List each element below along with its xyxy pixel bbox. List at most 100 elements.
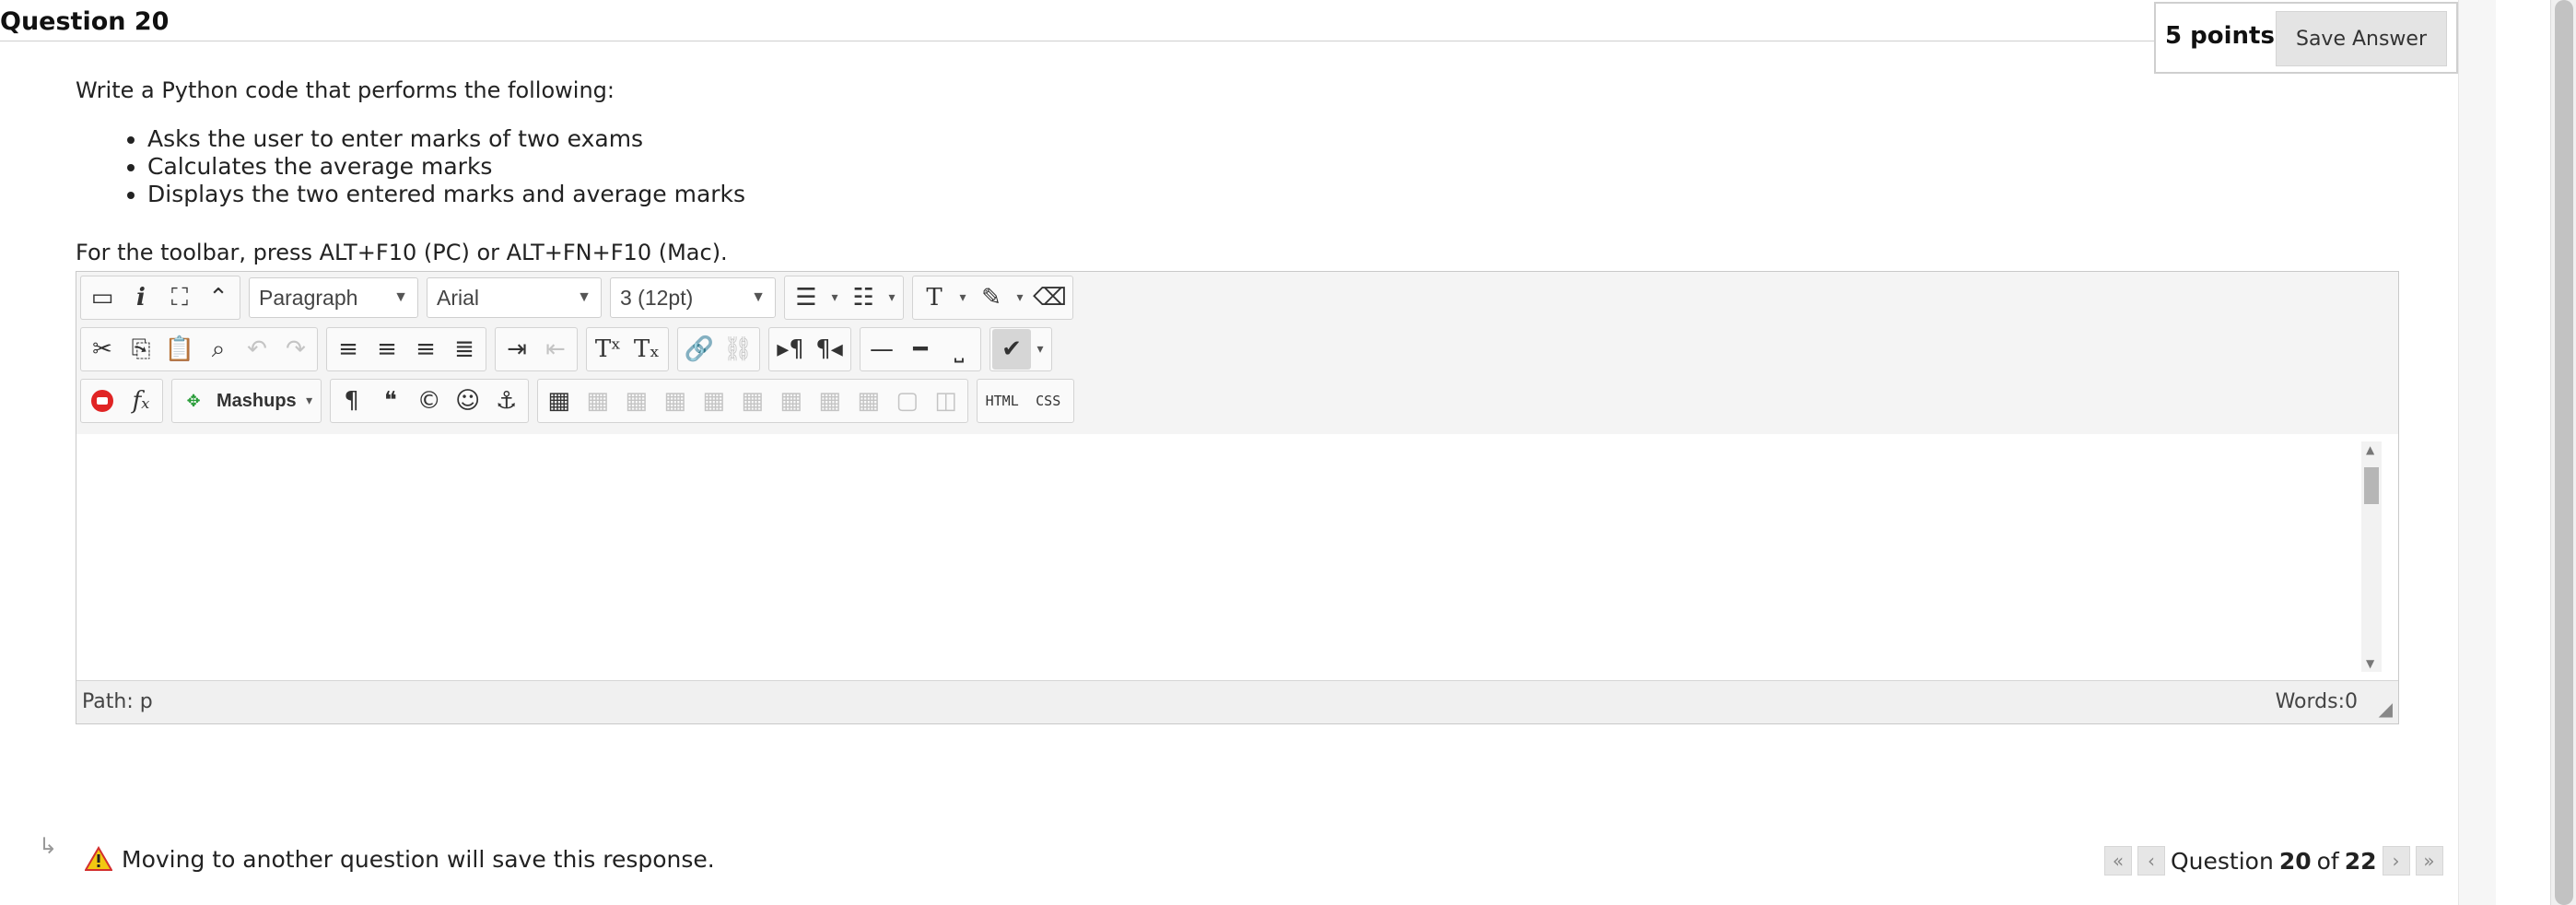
- editor-toolbars: T T T T Paragraph▼ Arial▼ 3 (12pt)▼ ☰ ▾ …: [76, 272, 2398, 435]
- thick-rule-icon[interactable]: ━: [901, 329, 940, 370]
- html-button[interactable]: HTML: [979, 381, 1025, 421]
- question-prompt: Write a Python code that performs the fo…: [76, 77, 615, 103]
- align-group: ≡ ≡ ≡ ≣: [326, 327, 486, 371]
- paragraph-icon[interactable]: ¶: [333, 381, 371, 421]
- page-gutter: [2458, 0, 2496, 905]
- editor-scrollbar[interactable]: ▲ ▼: [2361, 441, 2382, 672]
- paste-icon[interactable]: 📋: [160, 329, 199, 370]
- editor-content-area[interactable]: ▲ ▼: [76, 434, 2398, 681]
- page-scrollbar-thumb[interactable]: [2555, 0, 2573, 905]
- unlink-icon[interactable]: ⛓: [719, 329, 757, 370]
- media-group: fₓ: [80, 379, 163, 423]
- link-group: 🔗 ⛓: [677, 327, 760, 371]
- link-icon[interactable]: 🔗: [680, 329, 719, 370]
- points-box: 5 points Save Answer: [2154, 2, 2458, 74]
- save-answer-button[interactable]: Save Answer: [2276, 11, 2447, 66]
- outdent-icon[interactable]: ⇤: [536, 329, 575, 370]
- list-item: Calculates the average marks: [147, 153, 745, 181]
- toolbar-right: ▭ i ⛶ ⌃: [80, 276, 2385, 320]
- toolbar-hint: For the toolbar, press ALT+F10 (PC) or A…: [76, 240, 728, 265]
- page-scrollbar[interactable]: [2550, 0, 2576, 905]
- caret-down-icon[interactable]: ▾: [1031, 329, 1049, 370]
- view-group: ▭ i ⛶ ⌃: [80, 276, 240, 320]
- direction-group: ▸¶ ¶◂: [768, 327, 851, 371]
- css-button[interactable]: CSS: [1025, 381, 1071, 421]
- insert-row-before-icon[interactable]: ▦: [656, 381, 695, 421]
- info-icon[interactable]: i: [122, 277, 160, 318]
- copyright-icon[interactable]: ©: [410, 381, 449, 421]
- superscript-icon[interactable]: Tˣ: [589, 329, 627, 370]
- insert-row-after-icon[interactable]: ▦: [695, 381, 733, 421]
- youtube-icon[interactable]: [83, 381, 122, 421]
- requirements-list: Asks the user to enter marks of two exam…: [92, 125, 745, 208]
- toolbar-row-2: ✂ ⎘ 📋 ⌕ ↶ ↷ ≡ ≡ ≡ ≣ ⇥ ⇤ Tˣ Tₓ �: [80, 327, 1058, 371]
- caret-down-icon[interactable]: ▾: [300, 381, 319, 421]
- align-center-icon[interactable]: ≡: [368, 329, 406, 370]
- math-formula-icon[interactable]: fₓ: [122, 381, 160, 421]
- ltr-icon[interactable]: ▸¶: [771, 329, 810, 370]
- horizontal-rule-icon[interactable]: —: [862, 329, 901, 370]
- element-path: Path: p: [82, 690, 153, 713]
- find-icon[interactable]: ⌕: [199, 329, 238, 370]
- symbols-group: ¶ ❝ © ☺ ⚓: [329, 379, 529, 423]
- redo-icon[interactable]: ↷: [276, 329, 315, 370]
- preview-icon[interactable]: ▭: [83, 277, 122, 318]
- fullscreen-icon[interactable]: ⛶: [160, 277, 199, 318]
- mashups-button[interactable]: Mashups: [213, 381, 300, 421]
- merge-cells-icon[interactable]: ◫: [927, 381, 966, 421]
- spellcheck-icon[interactable]: ✔: [992, 329, 1031, 370]
- mashups-group: ✥ Mashups ▾: [171, 379, 322, 423]
- anchor-icon[interactable]: ⚓: [487, 381, 526, 421]
- list-item: Displays the two entered marks and avera…: [147, 181, 745, 208]
- save-warning: Moving to another question will save thi…: [122, 846, 715, 873]
- first-question-button[interactable]: «: [2104, 846, 2132, 876]
- nonbreaking-space-icon[interactable]: ⎵: [940, 329, 978, 370]
- rtl-icon[interactable]: ¶◂: [810, 329, 849, 370]
- editor-statusbar: Path: p Words:0 ◢: [76, 680, 2398, 723]
- indent-icon[interactable]: ⇥: [498, 329, 536, 370]
- align-right-icon[interactable]: ≡: [406, 329, 445, 370]
- pager-prefix: Question: [2171, 847, 2274, 875]
- previous-question-button[interactable]: ‹: [2137, 846, 2165, 876]
- quote-icon[interactable]: ❝: [371, 381, 410, 421]
- delete-row-icon[interactable]: ▦: [733, 381, 772, 421]
- scroll-up-icon[interactable]: ▲: [2366, 443, 2374, 456]
- clipboard-group: ✂ ⎘ 📋 ⌕ ↶ ↷: [80, 327, 318, 371]
- list-item: Asks the user to enter marks of two exam…: [147, 125, 745, 153]
- last-question-button[interactable]: »: [2415, 846, 2443, 876]
- script-group: Tˣ Tₓ: [586, 327, 669, 371]
- undo-icon[interactable]: ↶: [238, 329, 276, 370]
- code-group: HTML CSS: [976, 379, 1074, 423]
- cut-icon[interactable]: ✂: [83, 329, 122, 370]
- table-cell-props-icon[interactable]: ▦: [617, 381, 656, 421]
- insert-group: — ━ ⎵: [860, 327, 981, 371]
- rich-text-editor: T T T T Paragraph▼ Arial▼ 3 (12pt)▼ ☰ ▾ …: [76, 271, 2399, 724]
- table-group: ▦ ▦ ▦ ▦ ▦ ▦ ▦ ▦ ▦ ▢ ◫: [536, 379, 968, 423]
- align-left-icon[interactable]: ≡: [329, 329, 368, 370]
- editor-scrollbar-thumb[interactable]: [2364, 467, 2379, 504]
- table-icon[interactable]: ▦: [540, 381, 579, 421]
- align-justify-icon[interactable]: ≣: [445, 329, 484, 370]
- scroll-down-icon[interactable]: ▼: [2366, 657, 2374, 670]
- indent-group: ⇥ ⇤: [495, 327, 578, 371]
- question-title: Question 20: [0, 7, 170, 36]
- spellcheck-group: ✔ ▾: [989, 327, 1052, 371]
- resize-handle-icon[interactable]: ◢: [2379, 698, 2393, 720]
- split-cells-icon[interactable]: ▢: [888, 381, 927, 421]
- delete-col-icon[interactable]: ▦: [849, 381, 888, 421]
- emoticon-icon[interactable]: ☺: [449, 381, 487, 421]
- table-row-props-icon[interactable]: ▦: [579, 381, 617, 421]
- mashups-icon: ✥: [186, 391, 201, 411]
- copy-icon[interactable]: ⎘: [122, 329, 160, 370]
- total-questions: 22: [2344, 847, 2377, 875]
- toolbar-row-3: fₓ ✥ Mashups ▾ ¶ ❝ © ☺ ⚓ ▦ ▦ ▦ ▦ ▦ ▦ ▦ ▦…: [80, 379, 1080, 423]
- points-value: 5 points: [2165, 22, 2275, 50]
- insert-col-after-icon[interactable]: ▦: [811, 381, 849, 421]
- word-count: Words:0: [2275, 690, 2358, 713]
- current-question-number: 20: [2278, 847, 2312, 875]
- next-question-button[interactable]: ›: [2382, 846, 2410, 876]
- insert-col-before-icon[interactable]: ▦: [772, 381, 811, 421]
- collapse-icon[interactable]: ⌃: [199, 277, 238, 318]
- pager-of: of: [2316, 847, 2339, 875]
- subscript-icon[interactable]: Tₓ: [627, 329, 666, 370]
